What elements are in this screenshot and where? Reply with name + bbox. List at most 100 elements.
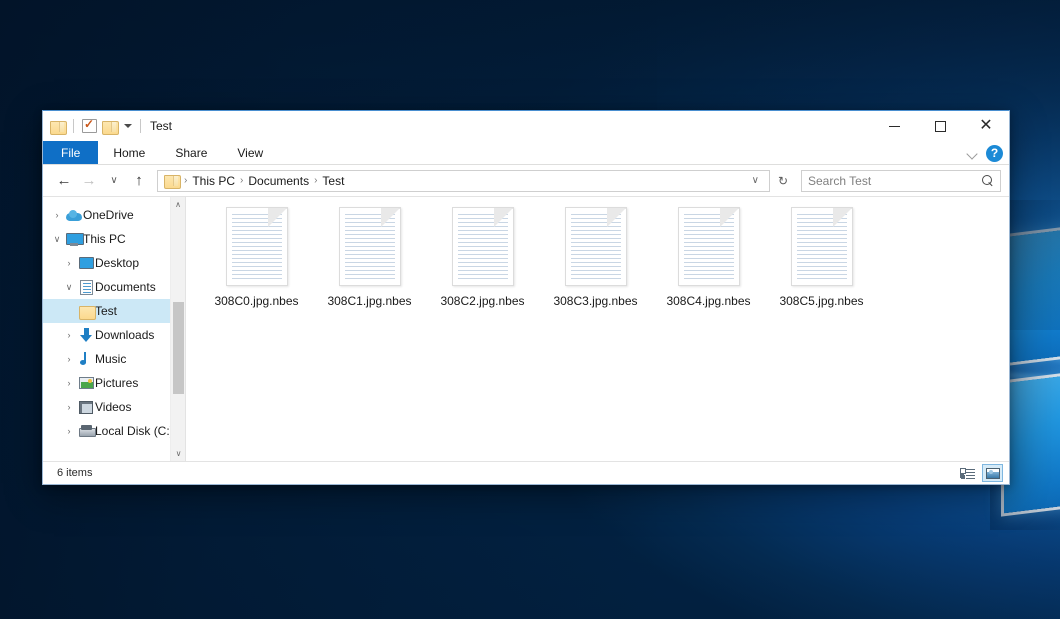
breadcrumb-item-documents[interactable]: Documents xyxy=(245,174,312,188)
documents-icon xyxy=(77,280,95,295)
sidebar-item-this-pc[interactable]: ∨ This PC xyxy=(43,227,185,251)
sidebar-item-label: Pictures xyxy=(95,376,138,390)
document-icon xyxy=(678,207,740,286)
sidebar-item-videos[interactable]: › Videos xyxy=(43,395,185,419)
chevron-right-icon[interactable]: › xyxy=(61,426,77,436)
sidebar-item-label: Desktop xyxy=(95,256,139,270)
search-input[interactable]: Search Test xyxy=(801,170,1001,192)
file-explorer-window: Test ✕ File Home Share View ? ← → ∨ ↑ xyxy=(42,110,1010,485)
sidebar-item-label: Downloads xyxy=(95,328,154,342)
breadcrumb-separator: › xyxy=(182,175,189,186)
view-mode-buttons xyxy=(957,464,1003,482)
help-icon[interactable]: ? xyxy=(986,145,1003,162)
file-name: 308C2.jpg.nbes xyxy=(440,294,524,308)
address-bar: ← → ∨ ↑ › This PC › Documents › Test ∨ ↻… xyxy=(43,165,1009,196)
document-icon xyxy=(339,207,401,286)
item-count: 6 items xyxy=(57,467,92,479)
document-icon xyxy=(226,207,288,286)
list-item[interactable]: 308C1.jpg.nbes xyxy=(313,205,426,325)
breadcrumb-item-test[interactable]: Test xyxy=(319,174,347,188)
document-icon xyxy=(565,207,627,286)
up-button[interactable]: ↑ xyxy=(128,170,150,192)
list-item[interactable]: 308C2.jpg.nbes xyxy=(426,205,539,325)
window-body: › OneDrive ∨ This PC › Desktop ∨ xyxy=(43,196,1009,461)
tab-home[interactable]: Home xyxy=(98,141,160,164)
sidebar-item-label: Local Disk (C:) xyxy=(95,424,174,438)
tab-share[interactable]: Share xyxy=(160,141,222,164)
this-pc-icon xyxy=(65,233,83,246)
breadcrumb-dropdown-icon[interactable]: ∨ xyxy=(746,175,765,186)
quick-access-toolbar xyxy=(50,119,144,133)
chevron-down-icon[interactable]: ∨ xyxy=(61,282,77,293)
scroll-down-icon[interactable]: ∨ xyxy=(171,446,185,461)
breadcrumb-item-this-pc[interactable]: This PC xyxy=(189,174,238,188)
list-item[interactable]: 308C4.jpg.nbes xyxy=(652,205,765,325)
document-fold xyxy=(607,208,626,227)
search-icon[interactable] xyxy=(982,175,994,187)
large-icons-view-button[interactable] xyxy=(982,464,1003,482)
scroll-up-icon[interactable]: ∧ xyxy=(171,197,185,212)
chevron-right-icon[interactable]: › xyxy=(61,330,77,340)
sidebar-item-local-disk[interactable]: › Local Disk (C:) xyxy=(43,419,185,443)
minimize-button[interactable] xyxy=(871,111,917,141)
chevron-down-icon[interactable] xyxy=(968,149,977,158)
sidebar-item-label: Documents xyxy=(95,280,156,294)
desktop-icon xyxy=(77,257,95,269)
document-fold xyxy=(494,208,513,227)
folder-icon xyxy=(164,174,179,187)
new-folder-icon[interactable] xyxy=(102,120,117,133)
details-view-button[interactable] xyxy=(957,464,978,482)
music-icon xyxy=(77,352,95,366)
window-controls: ✕ xyxy=(871,111,1009,141)
chevron-right-icon[interactable]: › xyxy=(49,210,65,220)
breadcrumb-separator: › xyxy=(312,175,319,186)
status-bar: 6 items xyxy=(43,461,1009,484)
customize-dropdown-icon[interactable] xyxy=(124,124,132,128)
forward-button[interactable]: → xyxy=(78,170,100,192)
sidebar-item-desktop[interactable]: › Desktop xyxy=(43,251,185,275)
scrollbar-thumb[interactable] xyxy=(173,302,184,394)
maximize-button[interactable] xyxy=(917,111,963,141)
close-button[interactable]: ✕ xyxy=(963,111,1009,141)
refresh-icon[interactable]: ↻ xyxy=(773,174,793,188)
chevron-right-icon[interactable]: › xyxy=(61,258,77,268)
list-item[interactable]: 308C3.jpg.nbes xyxy=(539,205,652,325)
recent-locations-button[interactable]: ∨ xyxy=(103,170,125,192)
tab-file[interactable]: File xyxy=(43,141,98,164)
file-name: 308C1.jpg.nbes xyxy=(327,294,411,308)
downloads-icon xyxy=(77,328,95,342)
file-list[interactable]: 308C0.jpg.nbes 308C1.jpg.nbes xyxy=(186,197,1009,461)
sidebar-item-downloads[interactable]: › Downloads xyxy=(43,323,185,347)
toolbar-divider xyxy=(73,119,74,133)
list-item[interactable]: 308C5.jpg.nbes xyxy=(765,205,878,325)
chevron-right-icon[interactable]: › xyxy=(61,378,77,388)
list-item[interactable]: 308C0.jpg.nbes xyxy=(200,205,313,325)
sidebar-item-pictures[interactable]: › Pictures xyxy=(43,371,185,395)
folder-icon[interactable] xyxy=(50,120,65,133)
sidebar-item-onedrive[interactable]: › OneDrive xyxy=(43,203,185,227)
tab-view[interactable]: View xyxy=(222,141,278,164)
document-fold xyxy=(381,208,400,227)
pictures-icon xyxy=(77,377,95,389)
file-name: 308C4.jpg.nbes xyxy=(666,294,750,308)
sidebar-scrollbar[interactable]: ∧ ∨ xyxy=(170,197,185,461)
properties-icon[interactable] xyxy=(82,119,97,133)
sidebar-item-label: Music xyxy=(95,352,126,366)
file-name: 308C0.jpg.nbes xyxy=(214,294,298,308)
chevron-right-icon[interactable]: › xyxy=(61,402,77,412)
chevron-down-icon[interactable]: ∨ xyxy=(49,234,65,245)
desktop: Test ✕ File Home Share View ? ← → ∨ ↑ xyxy=(0,0,1060,619)
folder-icon xyxy=(77,305,95,318)
breadcrumb[interactable]: › This PC › Documents › Test ∨ xyxy=(157,170,770,192)
sidebar-item-label: This PC xyxy=(83,232,126,246)
toolbar-divider xyxy=(140,119,141,133)
chevron-right-icon[interactable]: › xyxy=(61,354,77,364)
onedrive-icon xyxy=(65,210,83,221)
close-icon: ✕ xyxy=(979,118,992,134)
sidebar-item-music[interactable]: › Music xyxy=(43,347,185,371)
window-title: Test xyxy=(150,119,172,133)
sidebar-item-test[interactable]: Test xyxy=(43,299,185,323)
sidebar-item-documents[interactable]: ∨ Documents xyxy=(43,275,185,299)
back-button[interactable]: ← xyxy=(53,170,75,192)
file-name: 308C3.jpg.nbes xyxy=(553,294,637,308)
